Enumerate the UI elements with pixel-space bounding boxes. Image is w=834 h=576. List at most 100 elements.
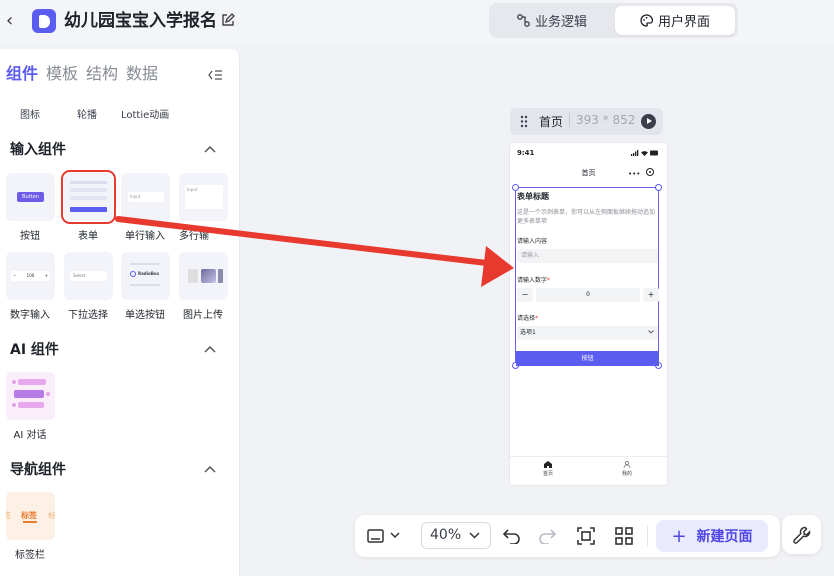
new-page-label: 新建页面	[696, 529, 753, 545]
section-input-title: 输入组件	[10, 142, 66, 158]
layout-button[interactable]	[615, 526, 633, 546]
label-radio: 单选按钮	[125, 310, 165, 321]
play-icon[interactable]	[641, 114, 656, 129]
form-label-number: 请输入数字*	[517, 277, 551, 284]
label-form: 表单	[78, 231, 98, 242]
label-image-upload: 图片上传	[183, 310, 223, 321]
phone-tab-mine[interactable]: 我的	[607, 461, 647, 477]
tabbar-thumb-mid: 标签	[21, 511, 37, 520]
item-lottie[interactable]: Lottie动画	[121, 106, 169, 121]
edit-icon[interactable]	[221, 13, 235, 27]
stepper-minus-button[interactable]: −	[517, 288, 533, 302]
label-number-input: 数字输入	[10, 310, 50, 321]
fit-screen-icon	[577, 527, 595, 545]
app-title: 幼儿园宝宝入学报名	[64, 11, 217, 31]
form-text-input[interactable]: 请输入	[517, 249, 658, 263]
more-dots-icon[interactable]: •••	[628, 170, 640, 178]
component-ai-chat-card[interactable]	[6, 372, 55, 420]
home-icon	[544, 461, 552, 468]
toolbar-divider	[647, 525, 648, 547]
chevron-up-icon[interactable]	[204, 145, 216, 153]
component-radio-card[interactable]: RadioBox	[121, 252, 170, 300]
number-thumb: 100	[26, 273, 35, 278]
tab-templates[interactable]: 模板	[46, 63, 78, 85]
device-select[interactable]	[367, 526, 401, 546]
stepper-value[interactable]: 0	[536, 288, 640, 302]
logic-icon	[517, 14, 530, 27]
chevron-up-icon[interactable]	[204, 345, 216, 353]
form-submit-button[interactable]: 按钮	[516, 351, 659, 366]
button-thumb: Button	[17, 192, 44, 202]
label-tabbar: 标签栏	[15, 550, 45, 561]
chevron-down-icon	[648, 330, 654, 334]
grid-icon	[615, 527, 633, 545]
resize-handle-tr[interactable]	[655, 184, 662, 191]
tab-business-logic-label: 业务逻辑	[534, 15, 587, 30]
back-arrow-icon[interactable]: ‹	[6, 10, 20, 32]
device-icon	[367, 529, 400, 543]
section-nav-title: 导航组件	[10, 462, 66, 478]
label-single-input: 单行输入	[125, 231, 165, 242]
label-textarea: 多行输	[179, 231, 209, 242]
redo-icon	[539, 529, 556, 544]
target-icon[interactable]	[646, 168, 654, 176]
chevron-up-icon[interactable]	[204, 465, 216, 473]
chevron-down-icon	[469, 532, 480, 539]
section-ai-title: AI 组件	[10, 342, 59, 358]
tab-data[interactable]: 数据	[126, 63, 158, 85]
item-icon[interactable]: 图标	[20, 106, 40, 121]
redo-button[interactable]	[538, 526, 556, 546]
component-tabbar-card[interactable]: 签 标签 标	[6, 492, 55, 540]
status-time: 9:41	[517, 149, 535, 157]
stepper-plus-button[interactable]: +	[643, 288, 659, 302]
phone-tab-home[interactable]: 首页	[528, 461, 568, 477]
phone-preview[interactable]: 9:41 首页 ••• 表单标题 这是一个示例表单，你可以从左侧面板继续拖动追加…	[510, 143, 667, 485]
component-panel: 组件 模板 结构 数据 图标 轮播 Lottie动画 输入组件 Button I…	[0, 49, 240, 576]
fit-screen-button[interactable]	[577, 526, 595, 546]
phone-nav-title: 首页	[581, 169, 596, 177]
undo-button[interactable]	[503, 526, 521, 546]
app-logo-icon	[32, 9, 56, 33]
label-ai-chat: AI 对话	[13, 430, 47, 441]
tab-components[interactable]: 组件	[6, 63, 38, 85]
status-bar-icons	[631, 150, 658, 156]
form-label-text: 请输入内容	[517, 238, 548, 245]
form-description: 这是一个示例表单，你可以从左侧面板继续拖动追加更多表单项	[517, 209, 656, 225]
phone-tabbar: 首页 我的	[510, 456, 667, 485]
component-form-card[interactable]	[61, 170, 116, 224]
page-header-chip[interactable]: 首页 393 * 852	[510, 108, 663, 135]
form-select-value: 选项1	[520, 329, 536, 336]
page-size: 393 * 852	[569, 113, 635, 127]
form-title: 表单标题	[517, 192, 549, 201]
label-dropdown: 下拉选择	[68, 310, 108, 321]
new-page-button[interactable]: + 新建页面	[656, 520, 768, 552]
drag-handle-icon[interactable]	[520, 115, 528, 128]
component-image-upload-card[interactable]	[179, 252, 228, 300]
page-name: 首页	[539, 115, 564, 129]
input-thumb: Input	[128, 192, 164, 202]
settings-wrench-button[interactable]	[782, 515, 821, 554]
form-number-stepper: − 0 +	[517, 288, 659, 302]
component-dropdown-card[interactable]: Select	[64, 252, 113, 300]
tabbar-thumb-left: 签	[6, 510, 11, 521]
undo-icon	[503, 529, 520, 544]
collapse-panel-icon[interactable]	[208, 69, 222, 81]
tab-user-interface-label: 用户界面	[657, 15, 710, 30]
component-number-input-card[interactable]: −100 +	[6, 252, 55, 300]
top-bar: ‹ 幼儿园宝宝入学报名 业务逻辑 用户界面	[0, 0, 834, 44]
component-textarea-card[interactable]: Input	[179, 173, 228, 221]
form-label-select: 请选择*	[517, 315, 539, 322]
form-select[interactable]: 选项1	[517, 326, 658, 340]
wrench-icon	[792, 526, 810, 544]
tabbar-thumb-right: 标	[48, 510, 55, 521]
zoom-select[interactable]: 40%	[421, 522, 491, 549]
tab-business-logic[interactable]: 业务逻辑	[493, 6, 611, 35]
plus-icon: +	[671, 525, 687, 547]
tab-structure[interactable]: 结构	[86, 63, 118, 85]
item-carousel[interactable]: 轮播	[77, 106, 97, 121]
component-single-input-card[interactable]: Input	[121, 173, 170, 221]
component-button-card[interactable]: Button	[6, 173, 55, 221]
tab-user-interface[interactable]: 用户界面	[615, 6, 735, 35]
form-component-selected[interactable]: 表单标题 这是一个示例表单，你可以从左侧面板继续拖动追加更多表单项 请输入内容 …	[512, 184, 662, 369]
resize-handle-tl[interactable]	[512, 184, 519, 191]
